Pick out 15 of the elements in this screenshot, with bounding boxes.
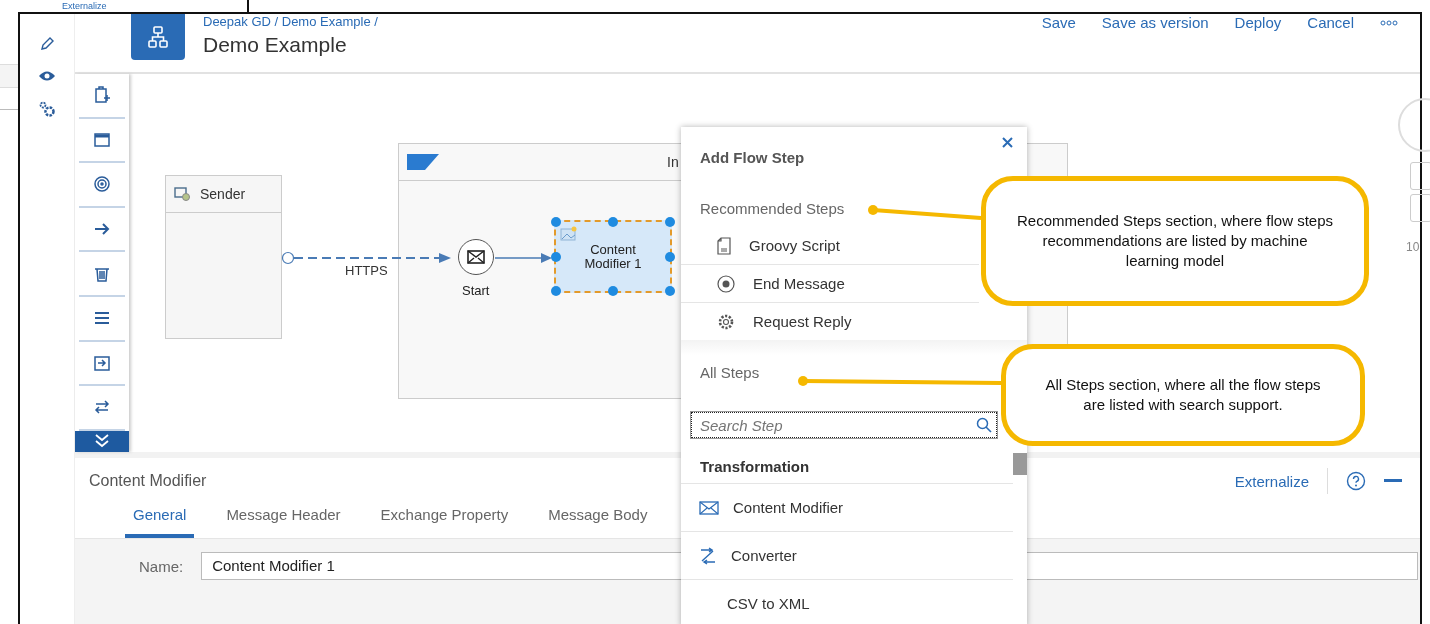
panel-title: Content Modifier: [89, 472, 207, 490]
popover-title: Add Flow Step: [699, 149, 806, 166]
sender-label: Sender: [200, 186, 246, 202]
start-label: Start: [462, 283, 490, 298]
connection-label: HTTPS: [345, 263, 388, 278]
annotation-callout: Recommended Steps section, where flow steps recommendations are listed by machine learning model: [981, 176, 1369, 306]
section-heading: All Steps: [700, 363, 760, 383]
page-title: Demo Example: [203, 33, 348, 57]
step-label: Content Modifier 1: [583, 242, 643, 271]
section-heading: Recommended Steps: [700, 200, 845, 217]
field-label: Name:: [139, 557, 184, 575]
process-title: In: [667, 154, 679, 170]
zoom-level-label: 10: [1406, 240, 1420, 254]
annotation-callout: All Steps section, where all the flow steps are listed with search support.: [1001, 344, 1365, 446]
group-heading: Transformation: [681, 448, 1013, 484]
